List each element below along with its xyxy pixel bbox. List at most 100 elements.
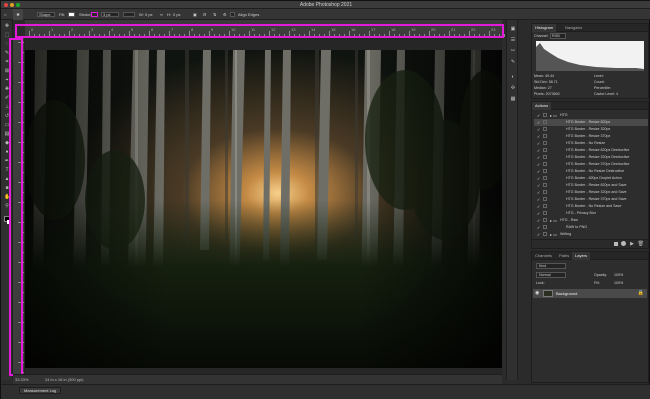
action-item[interactable]: ✓ HTG Border - Resize 320px: [534, 126, 648, 133]
properties-panel-icon[interactable]: ☰: [510, 37, 516, 43]
checkmark-icon[interactable]: ✓: [537, 217, 541, 224]
stroke-swatch[interactable]: [91, 12, 98, 17]
action-item[interactable]: ✓ HTG Border - Resize 370px and Save: [534, 196, 648, 203]
action-item[interactable]: ✓ HTG Border - Resize 370px: [534, 133, 648, 140]
tab-histogram[interactable]: Histogram: [532, 24, 557, 32]
layer-name[interactable]: Background: [556, 289, 577, 298]
checkmark-icon[interactable]: ✓: [537, 189, 541, 196]
dialog-toggle-box[interactable]: [543, 155, 547, 159]
dialog-toggle-box[interactable]: [543, 183, 547, 187]
dialog-toggle-box[interactable]: [543, 211, 547, 215]
action-item[interactable]: ✓ HTG Border - No Resize Destructive: [534, 168, 648, 175]
action-item[interactable]: ✓ HTG Border - No Resize: [534, 140, 648, 147]
dialog-toggle-box[interactable]: [543, 162, 547, 166]
forest-photo[interactable]: [25, 50, 502, 368]
settings-gear-icon[interactable]: ⚙: [223, 9, 227, 20]
align-edges-checkbox[interactable]: [230, 12, 235, 17]
action-item[interactable]: ✓ HTG Border - Resize 320px Destructive: [534, 154, 648, 161]
path-arrangement-icon[interactable]: ⇅: [213, 9, 216, 20]
record-icon[interactable]: [621, 241, 626, 246]
action-item[interactable]: ✓ ▸ ▭ HTG: [534, 112, 648, 119]
delete-action-icon[interactable]: 🗑: [638, 241, 644, 247]
checkmark-icon[interactable]: ✓: [537, 133, 541, 140]
checkmark-icon[interactable]: ✓: [537, 182, 541, 189]
h-value[interactable]: 0 px: [173, 9, 181, 20]
tab-channels[interactable]: Channels: [532, 252, 555, 260]
tab-layers[interactable]: Layers: [572, 252, 591, 260]
checkmark-icon[interactable]: ✓: [537, 196, 541, 203]
action-item[interactable]: ✓ HTG Border - Resize 370px Destructive: [534, 161, 648, 168]
path-alignment-icon[interactable]: ⊟: [203, 9, 206, 20]
canvas-area[interactable]: [25, 38, 502, 374]
dialog-toggle-box[interactable]: [543, 197, 547, 201]
w-value[interactable]: 0 px: [145, 9, 153, 20]
tab-navigator[interactable]: Navigator: [562, 24, 585, 32]
home-icon[interactable]: ⌂: [4, 9, 6, 20]
eye-visibility-icon[interactable]: ◉: [535, 290, 539, 297]
action-item[interactable]: ✓ RAW to PNG: [534, 224, 648, 231]
opacity-value[interactable]: 100%: [614, 272, 634, 279]
adjustments-panel-icon[interactable]: ◐: [510, 74, 516, 80]
checkmark-icon[interactable]: ✓: [537, 168, 541, 175]
tab-actions[interactable]: Actions: [532, 102, 552, 110]
action-item[interactable]: ✓ ▸ ▭ Writing: [534, 231, 648, 238]
checkmark-icon[interactable]: ✓: [537, 210, 541, 217]
libraries-panel-icon[interactable]: ✣: [510, 85, 516, 91]
swatches-panel-icon[interactable]: ✂: [510, 48, 516, 54]
action-item[interactable]: ✓ ▸ ▭ HTG - Raw: [534, 217, 648, 224]
dialog-toggle-box[interactable]: [543, 190, 547, 194]
lock-icon: 🔒: [637, 290, 644, 296]
action-item[interactable]: ✓ HTG Border - No Resize and Save: [534, 203, 648, 210]
action-item[interactable]: ✓ HTG - Privacy Blur: [534, 210, 648, 217]
action-item[interactable]: ✓ HTG Border - Resize 820px Destructive: [534, 147, 648, 154]
blend-mode-select[interactable]: Normal: [536, 272, 566, 278]
checkmark-icon[interactable]: ✓: [537, 147, 541, 154]
action-item[interactable]: ✓ HTG Border - Resize 820px and Save: [534, 182, 648, 189]
dialog-toggle-box[interactable]: [543, 218, 547, 222]
checkmark-icon[interactable]: ✓: [537, 119, 541, 126]
dialog-toggle-box[interactable]: [543, 113, 547, 117]
channel-select[interactable]: RGB: [550, 33, 566, 39]
checkmark-icon[interactable]: ✓: [537, 224, 541, 231]
dialog-toggle-box[interactable]: [543, 120, 547, 124]
path-operations-icon[interactable]: ▣: [193, 9, 197, 20]
fill-swatch[interactable]: [68, 12, 75, 17]
stroke-type-select[interactable]: [123, 12, 135, 17]
play-icon[interactable]: ▶: [630, 241, 634, 247]
brushes-panel-icon[interactable]: ✎: [510, 59, 516, 65]
action-item[interactable]: ✓ HTG Border - 820px Droplet Action: [534, 175, 648, 182]
action-item[interactable]: ✓ HTG Border - Resize 820px: [534, 119, 648, 126]
checkmark-icon[interactable]: ✓: [537, 140, 541, 147]
fill-value[interactable]: 100%: [614, 280, 634, 287]
checkmark-icon[interactable]: ✓: [537, 175, 541, 182]
layer-kind-filter[interactable]: Kind: [536, 263, 566, 269]
layer-row-background[interactable]: ◉ Background 🔒: [533, 289, 647, 298]
dialog-toggle-box[interactable]: [543, 127, 547, 131]
h-label: H:: [167, 12, 171, 17]
dialog-toggle-box[interactable]: [543, 176, 547, 180]
action-item-label: HTG - Raw: [560, 218, 578, 222]
action-item[interactable]: ✓ HTG Border - Resize 320px and Save: [534, 189, 648, 196]
link-icon[interactable]: ∞: [160, 9, 163, 20]
move-tool-icon[interactable]: ✥: [4, 23, 10, 29]
checkmark-icon[interactable]: ✓: [537, 231, 541, 238]
dialog-toggle-box[interactable]: [543, 169, 547, 173]
tab-paths[interactable]: Paths: [556, 252, 572, 260]
dialog-toggle-box[interactable]: [543, 232, 547, 236]
stop-icon[interactable]: [614, 242, 618, 246]
dialog-toggle-box[interactable]: [543, 141, 547, 145]
checkmark-icon[interactable]: ✓: [537, 161, 541, 168]
custom-shape-tool-icon[interactable]: ✱: [13, 9, 23, 20]
history-panel-icon[interactable]: ▣: [510, 26, 516, 32]
dialog-toggle-box[interactable]: [543, 204, 547, 208]
dialog-toggle-box[interactable]: [543, 148, 547, 152]
styles-panel-icon[interactable]: ▦: [510, 96, 516, 102]
action-item-label: HTG Border - Resize 320px: [566, 127, 611, 131]
measurement-log-tab[interactable]: Measurement Log: [19, 387, 62, 394]
checkmark-icon[interactable]: ✓: [537, 126, 541, 133]
dialog-toggle-box[interactable]: [543, 225, 547, 229]
checkmark-icon[interactable]: ✓: [537, 154, 541, 161]
dialog-toggle-box[interactable]: [543, 134, 547, 138]
checkmark-icon[interactable]: ✓: [537, 112, 541, 119]
checkmark-icon[interactable]: ✓: [537, 203, 541, 210]
